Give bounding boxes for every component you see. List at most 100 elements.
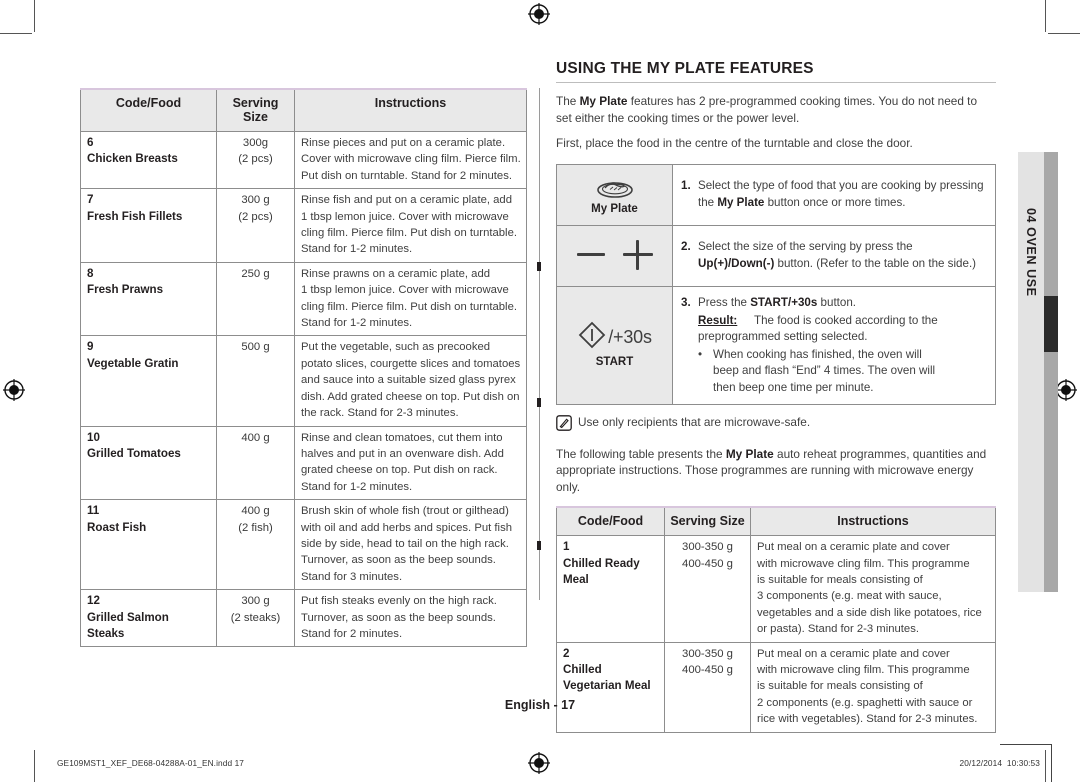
page-number: English - 17 [504, 698, 576, 712]
chapter-side-tab: 04 OVEN USE [1018, 152, 1058, 592]
start-button[interactable]: /+30s START [556, 285, 673, 405]
cell-serving-size: 400 g [216, 425, 295, 501]
crop-mark-top-left-h [0, 33, 32, 34]
instruction-line: with microwave cling film. This programm… [757, 664, 970, 677]
header-serving-size: Serving Size [664, 506, 751, 537]
table-row: 12 Grilled Salmon Steaks 300 g (2 steaks) Put… [80, 589, 527, 648]
instruction-line: Put meal on a ceramic plate and cover [757, 541, 950, 554]
cell-code-food: 1 Chilled Ready Meal [556, 535, 665, 643]
cell-serving-size: 300 g (2 pcs) [216, 188, 295, 263]
instruction-line: Turnover, as soon as the beep sounds. [301, 611, 496, 624]
step-1-number: 1. [681, 179, 691, 193]
instruction-line: Put dish on turntable. Stand for 2 minut… [301, 169, 513, 182]
table-row: 9 Vegetable Gratin 500 g Put the vegetable,… [80, 335, 527, 427]
my-plate-button[interactable]: My Plate [556, 163, 673, 226]
note-text: Use only recipients that are microwave-s… [578, 414, 811, 429]
instruction-line: potato slices, courgette slices and toma… [301, 357, 521, 370]
start-icon: /+30s [561, 320, 668, 355]
cell-instructions: Rinse prawns on a ceramic plate, add 1 tb… [294, 261, 527, 337]
instruction-line: Rinse and clean tomatoes, cut them into [301, 431, 503, 444]
instruction-line: dish. Add grated cheese on top. Put dish… [301, 390, 520, 403]
food-name: Meal [563, 573, 589, 587]
cell-serving-size: 300 g (2 steaks) [216, 589, 295, 648]
step-1-text: Select the type of food that you are coo… [698, 178, 986, 210]
table-header-row: Code/Food Serving Size Instructions [556, 506, 996, 537]
food-code: 2 [563, 646, 570, 660]
serving-size-line: (2 pcs) [238, 153, 273, 166]
registration-mark-top [528, 3, 550, 25]
step-3-bold: START/+30s [750, 295, 818, 309]
step-3-result: Result: The food is cooked according to … [698, 312, 986, 396]
food-name: Steaks [87, 626, 125, 640]
cell-instructions: Brush skin of whole fish (trout or gilth… [294, 499, 527, 591]
step-2-pre: Select the size of the serving by press … [698, 240, 913, 254]
food-code: 9 [87, 340, 94, 354]
intro-1-bold: My Plate [579, 94, 628, 108]
crop-mark-bottom-right-v [1045, 750, 1046, 782]
step-row-1: My Plate 1. Select the type of food that… [556, 163, 996, 226]
note-pen-icon [556, 414, 578, 436]
cell-code-food: 7 Fresh Fish Fillets [80, 188, 217, 263]
instruction-line: Put meal on a ceramic plate and cover [757, 647, 950, 660]
serving-size-line: 300-350 g [682, 541, 733, 554]
food-name: Fresh Fish Fillets [87, 209, 183, 223]
food-code: 10 [87, 430, 100, 444]
table-intro-pre: The following table presents the [556, 446, 726, 461]
auto-cook-table: Code/Food Serving Size Instructions 6 Chic… [80, 88, 527, 648]
steps-box: My Plate 1. Select the type of food that… [556, 163, 996, 405]
registration-mark-bottom [528, 752, 550, 774]
food-name: Roast Fish [87, 520, 147, 534]
column-guide-tick [537, 541, 541, 550]
cell-instructions: Rinse pieces and put on a ceramic plate.… [294, 130, 527, 190]
crop-mark-top-left-v [34, 0, 35, 32]
minus-plus-icon [561, 234, 668, 276]
cell-code-food: 6 Chicken Breasts [80, 130, 217, 190]
page-title: Using the My Plate Features [556, 60, 996, 83]
step-2-text-cell: 2. Select the size of the serving by pre… [672, 224, 996, 287]
food-code: 11 [87, 504, 100, 518]
step-1-text-cell: 1. Select the type of food that you are … [672, 163, 996, 226]
cell-instructions: Put the vegetable, such as precooked pota… [294, 335, 527, 427]
instruction-line: rice with vegetables). Stand for 2-3 min… [757, 713, 978, 726]
crop-mark-top-right-h [1048, 33, 1080, 34]
instruction-line: Stand for 1-2 minutes. [301, 317, 413, 330]
instruction-line: Cover with microwave cling film. Pierce … [301, 153, 521, 166]
serving-size-line: 300 g [241, 194, 270, 207]
up-down-button[interactable] [556, 224, 673, 287]
step-3-post: button. [817, 295, 857, 309]
food-name: Chicken Breasts [87, 152, 178, 166]
serving-size-line: 300 g [241, 595, 270, 608]
cell-code-food: 9 Vegetable Gratin [80, 335, 217, 427]
footer-filename: GE109MST1_XEF_DE68-04288A-01_EN.indd 17 [57, 758, 245, 768]
instruction-line: Put the vegetable, such as precooked [301, 341, 491, 354]
manual-page: Code/Food Serving Size Instructions 6 Chic… [0, 0, 1080, 782]
cell-instructions: Put meal on a ceramic plate and cover wit… [750, 641, 996, 733]
step-1-post: button once or more times. [764, 195, 906, 209]
left-column: Code/Food Serving Size Instructions 6 Chic… [80, 88, 527, 648]
table-row: 7 Fresh Fish Fillets 300 g (2 pcs) Rinse fis… [80, 188, 527, 263]
step-3-pre: Press the [698, 295, 751, 309]
my-plate-button-label: My Plate [591, 202, 638, 215]
food-name: Vegetable Gratin [87, 356, 179, 370]
instruction-line: Brush skin of whole fish (trout or gilth… [301, 505, 509, 518]
serving-size-line: 400-450 g [682, 664, 733, 677]
serving-size-line: (2 pcs) [238, 210, 273, 223]
side-tab-mid [1044, 152, 1058, 592]
instruction-line: is suitable for meals consisting of [757, 680, 923, 693]
food-name: Chilled Ready [563, 556, 640, 570]
step-3-number: 3. [681, 295, 691, 309]
step-2-number: 2. [681, 240, 691, 254]
instruction-line: grated cheese on top. Put dish on rack. [301, 464, 498, 477]
instruction-line: with oil and add herbs and spices. Put f… [301, 521, 513, 534]
crop-mark-top-right-v [1045, 0, 1046, 32]
instruction-line: and sauce into a suitable sized glass py… [301, 374, 516, 387]
plus-icon [622, 239, 653, 270]
serving-size-line: 400 g [241, 505, 270, 518]
side-tab-text: 04 OVEN USE [1018, 152, 1044, 352]
side-tab-marker [1044, 296, 1058, 352]
instruction-line: 1 tbsp lemon juice. Cover with microwave [301, 284, 509, 297]
instruction-line: 3 components (e.g. meat with sauce, [757, 590, 942, 603]
my-plate-icon [561, 175, 668, 201]
table-row: 2 Chilled Vegetarian Meal 300-350 g 400-450 … [556, 641, 996, 733]
column-guide-tick [537, 398, 541, 407]
